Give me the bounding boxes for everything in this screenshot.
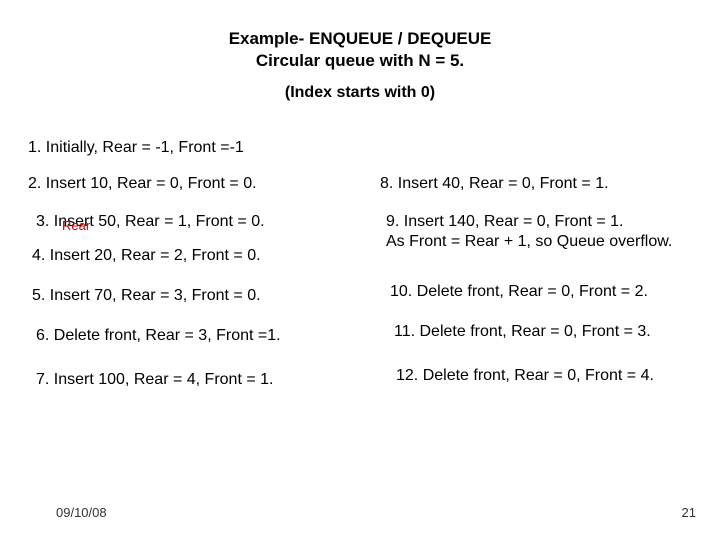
title-line-2: Circular queue with N = 5. [256, 51, 464, 70]
step-12: 12. Delete front, Rear = 0, Front = 4. [396, 366, 654, 386]
step-10: 10. Delete front, Rear = 0, Front = 2. [390, 282, 648, 302]
step-4: 4. Insert 20, Rear = 2, Front = 0. [32, 246, 261, 266]
step-9: 9. Insert 140, Rear = 0, Front = 1. As F… [386, 212, 716, 252]
step-5: 5. Insert 70, Rear = 3, Front = 0. [32, 286, 261, 306]
footer-page: 21 [682, 505, 696, 520]
footer-date: 09/10/08 [56, 505, 107, 520]
slide: Example- ENQUEUE / DEQUEUE Circular queu… [0, 0, 720, 540]
title-line-1: Example- ENQUEUE / DEQUEUE [229, 29, 492, 48]
step-2: 2. Insert 10, Rear = 0, Front = 0. [28, 174, 257, 194]
rear-annotation: Rear [62, 218, 90, 233]
step-6: 6. Delete front, Rear = 3, Front =1. [36, 326, 281, 346]
step-1: 1. Initially, Rear = -1, Front =-1 [28, 138, 244, 158]
step-11: 11. Delete front, Rear = 0, Front = 3. [394, 322, 651, 342]
slide-title: Example- ENQUEUE / DEQUEUE Circular queu… [0, 28, 720, 72]
slide-subtitle: (Index starts with 0) [0, 84, 720, 102]
step-7: 7. Insert 100, Rear = 4, Front = 1. [36, 370, 273, 390]
step-8: 8. Insert 40, Rear = 0, Front = 1. [380, 174, 609, 194]
